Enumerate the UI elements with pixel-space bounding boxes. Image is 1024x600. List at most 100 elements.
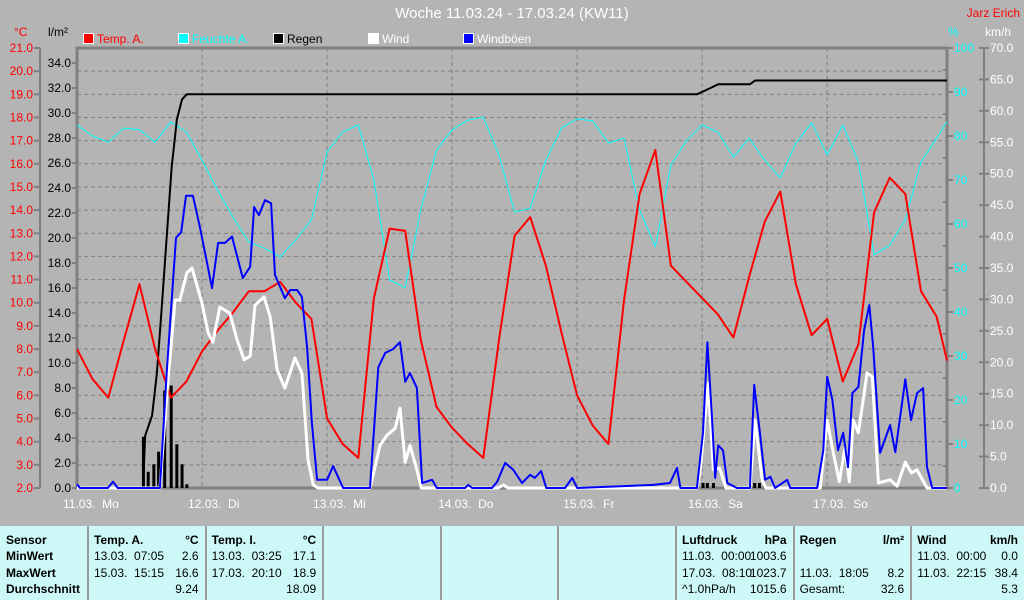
- temp-tick-label: 3.0: [16, 458, 33, 472]
- stats-value: 32.6: [880, 582, 905, 596]
- legend-label: Wind: [382, 32, 409, 46]
- stats-value: 1023.7: [749, 566, 787, 580]
- stats-column-unit: hPa: [764, 533, 787, 547]
- temp-tick-label: 17.0: [10, 134, 34, 148]
- temp-tick-label: 4.0: [16, 435, 33, 449]
- stats-value-row: 11.03. 18:05 8.2: [800, 565, 905, 581]
- legend-item: Regen: [273, 32, 322, 46]
- stats-value-row: [800, 548, 905, 564]
- rain-total-line: [77, 79, 947, 489]
- rain-tick-label: 30.0: [48, 106, 72, 120]
- rain-tick-label: 22.0: [48, 206, 72, 220]
- stats-value: 16.6: [175, 566, 199, 580]
- rain-tick-label: 6.0: [54, 406, 71, 420]
- plot-series: [76, 79, 948, 490]
- stats-column-header: Wind: [917, 533, 947, 547]
- stats-value: 8.2: [887, 566, 905, 580]
- stats-column: Regen l/m² 11.03. 18:05 8.2 Gesamt: 32.6: [794, 526, 913, 600]
- stats-value-row: [564, 581, 669, 597]
- stats-value-row: 13.03. 07:05 2.6: [94, 548, 199, 564]
- legend-swatch: [83, 33, 94, 44]
- rain-bar: [753, 483, 757, 488]
- rain-tick-label: 18.0: [48, 256, 72, 270]
- humidity-tick-label: 90: [954, 85, 968, 99]
- rain-bar: [169, 385, 173, 488]
- humidity-tick-label: 100: [954, 41, 974, 55]
- x-tick-label: 11.03. Mo: [63, 497, 119, 511]
- stats-value-row: 11.03. 00:00 0.0: [917, 548, 1018, 564]
- stats-value: 0.0: [1001, 549, 1018, 563]
- stats-timestamp: 13.03. 03:25: [211, 549, 282, 563]
- stats-value-row: 5.3: [917, 581, 1018, 597]
- temp-tick-label: 15.0: [10, 180, 34, 194]
- stats-header-row: [329, 532, 434, 548]
- stats-value-row: ^1.0hPa/h 1015.6: [682, 581, 787, 597]
- humidity-unit-label: %: [948, 25, 959, 39]
- rain-bar: [185, 484, 189, 488]
- rain-tick-label: 20.0: [48, 231, 72, 245]
- x-tick-label: 16.03. Sa: [688, 497, 743, 511]
- stats-header-row: Wind km/h: [917, 532, 1018, 548]
- humidity-tick-label: 30: [954, 349, 968, 363]
- stats-value: 17.1: [292, 549, 317, 563]
- stats-value-row: 11.03. 00:00 1003.6: [682, 548, 787, 564]
- stats-column-header: Temp. A.: [94, 533, 144, 547]
- x-tick-label: 12.03. Di: [188, 497, 239, 511]
- rain-tick-label: 14.0: [48, 306, 72, 320]
- rain-bar: [757, 483, 761, 488]
- stats-column-header: Luftdruck: [682, 533, 738, 547]
- stats-value-row: 17.03. 20:10 18.9: [212, 565, 317, 581]
- stats-value: 38.4: [994, 566, 1018, 580]
- stats-column-header: Temp. I.: [211, 533, 257, 547]
- stats-value-row: [329, 565, 434, 581]
- stats-value-row: [564, 548, 669, 564]
- weather-chart: 11.03. Mo 12.03. Di 13.03. Mi 14.03. Do 15.0…: [10, 25, 1014, 511]
- rain-tick-label: 28.0: [48, 131, 72, 145]
- stats-row-label: MaxWert: [6, 566, 56, 580]
- stats-column-header: Regen: [799, 533, 837, 547]
- stats-value-row: 17.03. 08:10 1023.7: [682, 565, 787, 581]
- legend-swatch: [368, 33, 379, 44]
- stats-value: 9.24: [175, 582, 199, 596]
- stats-value-row: [447, 581, 552, 597]
- stats-column: Wind km/h 11.03. 00:00 0.0 11.03. 22:15 38.4 5…: [911, 526, 1024, 600]
- wind-tick-label: 35.0: [990, 261, 1014, 275]
- legend-swatch: [273, 33, 284, 44]
- rain-tick-label: 24.0: [48, 181, 72, 195]
- temp-tick-label: 7.0: [16, 365, 33, 379]
- x-tick-label: 13.03. Mi: [313, 497, 366, 511]
- x-tick-label: 15.03. Fr: [563, 497, 614, 511]
- stats-value-row: 15.03. 15:15 16.6: [94, 565, 199, 581]
- legend-swatch: [178, 33, 189, 44]
- stats-header-row: Temp. A. °C: [94, 532, 199, 548]
- stats-timestamp: ^1.0hPa/h: [682, 582, 736, 596]
- stats-column-unit: °C: [185, 533, 199, 547]
- rain-tick-label: 32.0: [48, 81, 72, 95]
- temp-tick-label: 13.0: [10, 226, 34, 240]
- x-tick-label: 14.03. Do: [438, 497, 494, 511]
- humidity-tick-label: 10: [954, 437, 968, 451]
- temp-tick-label: 9.0: [16, 319, 33, 333]
- stats-column: Temp. A. °C 13.03. 07:05 2.6 15.03. 15:15 16.…: [88, 526, 207, 600]
- rain-bar: [701, 483, 705, 488]
- stats-column: [558, 526, 677, 600]
- temp-tick-label: 14.0: [10, 203, 34, 217]
- stats-value-row: 18.09: [212, 581, 316, 597]
- humidity-tick-label: 0: [954, 481, 961, 495]
- stats-value-row: [329, 581, 434, 597]
- wind-tick-label: 15.0: [990, 387, 1014, 401]
- humidity-tick-label: 50: [954, 261, 968, 275]
- humidity-tick-label: 60: [954, 217, 968, 231]
- rain-tick-label: 2.0: [54, 456, 71, 470]
- stats-timestamp: Gesamt:: [799, 582, 845, 596]
- stats-row-label: MinWert: [6, 549, 54, 563]
- rain-tick-label: 0.0: [54, 481, 71, 495]
- rain-tick-label: 26.0: [48, 156, 72, 170]
- wind-unit-label: km/h: [985, 25, 1011, 39]
- stats-value-row: 13.03. 03:25 17.1: [212, 548, 317, 564]
- wind-tick-label: 60.0: [990, 104, 1014, 118]
- humidity-tick-label: 70: [954, 173, 968, 187]
- stats-value-row: [329, 548, 434, 564]
- stats-row-label: Durchschnitt: [6, 582, 81, 596]
- wind-line: [77, 266, 947, 490]
